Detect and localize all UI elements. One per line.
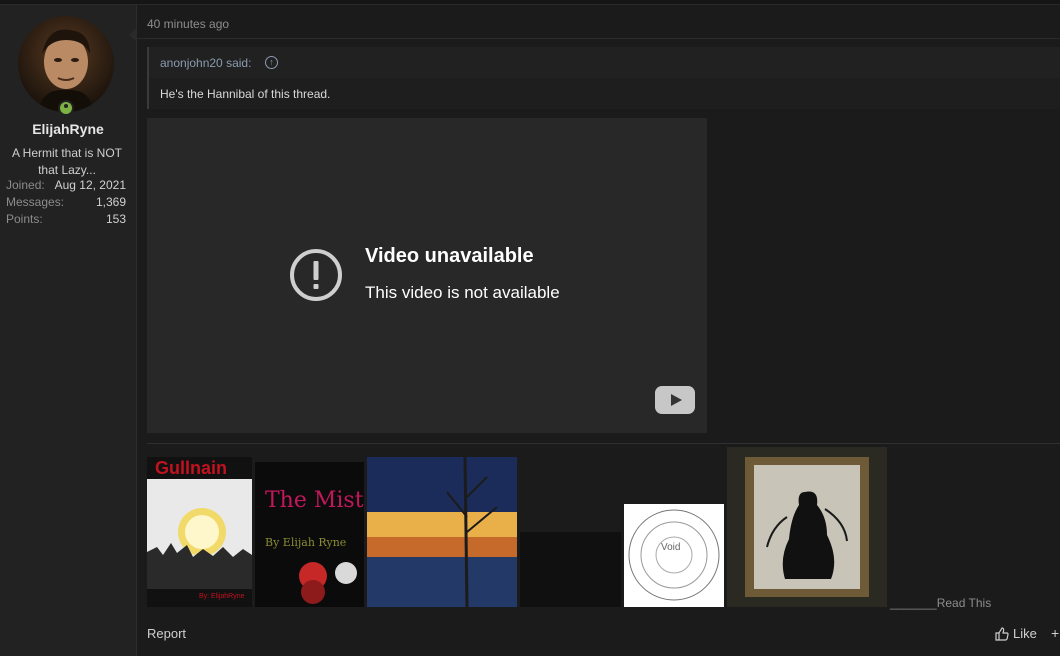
video-embed[interactable]: Video unavailable This video is not avai… [147, 118, 707, 433]
signature-image-void[interactable]: Void [624, 504, 724, 607]
stat-value: 1,369 [95, 195, 126, 209]
signature-image-mist-of-love[interactable]: The Mist of LOVE By Elijah Ryne [255, 462, 364, 607]
signature-image-caption: By: ElijahRyne [199, 593, 245, 600]
video-unavailable-subtitle: This video is not available [365, 283, 560, 302]
stat-label: Points: [6, 212, 43, 226]
avatar-image [18, 16, 114, 112]
divider [137, 38, 1060, 39]
quote-header: anonjohn20 said: ↑ [149, 47, 1060, 78]
signature-image-title: The Mist of LOVE [265, 488, 364, 513]
more-actions-button[interactable]: + [1051, 625, 1059, 641]
stat-value: Aug 12, 2021 [54, 178, 126, 192]
avatar-container[interactable] [18, 16, 114, 116]
like-button[interactable]: Like [995, 626, 1037, 641]
report-link[interactable]: Report [147, 626, 186, 641]
stat-messages: Messages: 1,369 [6, 195, 126, 209]
signature-divider [147, 443, 1060, 444]
post-timestamp[interactable]: 40 minutes ago [147, 17, 229, 31]
youtube-play-icon[interactable] [655, 386, 695, 414]
stat-joined: Joined: Aug 12, 2021 [6, 178, 126, 192]
username[interactable]: ElijahRyne [0, 121, 136, 137]
post-pointer-arrow [129, 28, 137, 42]
thumbs-up-icon [995, 626, 1009, 641]
stat-label: Messages: [6, 195, 65, 209]
quote-text: He's the Hannibal of this thread. [160, 87, 331, 101]
signature-image-night-street[interactable] [367, 457, 517, 607]
video-unavailable-title: Video unavailable [365, 245, 534, 267]
like-label: Like [1013, 626, 1037, 641]
signature-image-gullnain[interactable]: Gullnain By: ElijahRyne [147, 457, 252, 607]
avatar[interactable] [18, 16, 114, 112]
read-this-link[interactable]: _______Read This [890, 596, 991, 610]
arrow-up-icon[interactable]: ↑ [265, 56, 278, 69]
signature-image-title: Gullnain [155, 458, 227, 478]
stat-points: Points: 153 [6, 212, 126, 226]
quote-block: anonjohn20 said: ↑ He's the Hannibal of … [147, 47, 1060, 109]
alert-icon [290, 249, 342, 301]
signature-image-framed-figure[interactable] [727, 447, 887, 607]
online-status-icon [58, 100, 74, 116]
stat-label: Joined: [6, 178, 45, 192]
signature-image-title: Void [661, 542, 680, 553]
signature-image-caption: By Elijah Ryne [265, 536, 346, 549]
quote-author[interactable]: anonjohn20 said: [160, 56, 251, 70]
user-sidebar: ElijahRyne A Hermit that is NOT that Laz… [0, 5, 137, 656]
signature-image-dark[interactable] [520, 532, 621, 607]
stat-value: 153 [105, 212, 126, 226]
user-title: A Hermit that is NOT that Lazy... [11, 146, 123, 177]
